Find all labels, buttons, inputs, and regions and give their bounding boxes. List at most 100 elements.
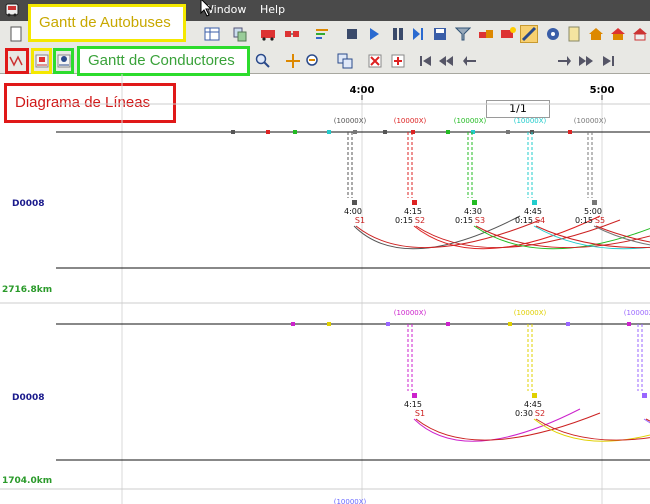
route-time-label: 4:15 [404, 207, 422, 216]
route-tag: (10000X) [394, 117, 427, 125]
mouse-cursor-icon [200, 0, 213, 17]
route-stop-marker [568, 130, 572, 134]
route-tag: (10000X) [574, 117, 607, 125]
panel-label: D0008 [12, 199, 45, 209]
new-document-icon[interactable] [8, 26, 24, 42]
settings-icon[interactable] [545, 26, 561, 42]
route-stop-label: S1 [415, 409, 425, 418]
route-stop-marker [231, 130, 235, 134]
step-forward-icon[interactable] [410, 26, 426, 42]
zoom-out-icon[interactable] [305, 53, 321, 69]
panel-label: D0008 [12, 393, 45, 403]
route-duration-label: 0:15 [515, 216, 533, 225]
save-icon[interactable] [432, 26, 448, 42]
driver-gantt-highlight [53, 48, 74, 74]
sort-icon[interactable] [314, 26, 330, 42]
first-page-icon[interactable] [418, 53, 434, 69]
table-icon[interactable] [204, 26, 220, 42]
delete-icon[interactable] [367, 53, 383, 69]
pause-icon[interactable] [390, 26, 406, 42]
line-diagram-chart[interactable]: 4:00 5:00 D0008 2716.8km D0008 1704.0km … [0, 74, 650, 504]
filter-icon[interactable] [455, 26, 471, 42]
route-dashed-connector [407, 324, 413, 391]
route-vehicle-marker [532, 393, 537, 398]
route-dashed-connector [637, 324, 643, 391]
route-vehicle-marker [472, 200, 477, 205]
route-dashed-connector [527, 324, 533, 391]
route-stop-label: S4 [535, 216, 545, 225]
route-arc [535, 225, 650, 249]
route-stop-marker [566, 322, 570, 326]
driver-tool-icon[interactable] [520, 25, 538, 43]
route-dashed-connector [407, 132, 413, 198]
route-stop-label: S5 [595, 216, 605, 225]
move-icon[interactable] [285, 53, 301, 69]
route-stop-label: S3 [475, 216, 485, 225]
route-stop-marker [327, 322, 331, 326]
depot-icon[interactable] [610, 26, 626, 42]
route-vehicle-marker [412, 393, 417, 398]
copy-icon[interactable] [232, 26, 248, 42]
route-dashed-connector [527, 132, 533, 198]
stop-icon[interactable] [344, 26, 360, 42]
route-stop-marker [506, 130, 510, 134]
panel-2: D0008 1704.0km [2, 323, 650, 486]
route-tag: (10000X) [334, 498, 367, 504]
prev-page-icon[interactable] [462, 53, 478, 69]
route-vehicle-marker [642, 393, 647, 398]
route-stop-marker [383, 130, 387, 134]
route-stop-marker [386, 322, 390, 326]
route-stop-marker [446, 130, 450, 134]
menu-help[interactable]: Help [260, 3, 285, 16]
route-stop-marker [266, 130, 270, 134]
prev-fast-icon[interactable] [438, 53, 454, 69]
layers-icon[interactable] [337, 53, 353, 69]
time-tick-4: 4:00 [350, 85, 375, 96]
route-duration-label: 0:15 [575, 216, 593, 225]
route-duration-label: 0:15 [455, 216, 473, 225]
last-page-icon[interactable] [600, 53, 616, 69]
route-arc [415, 412, 601, 441]
route-time-label: 5:00 [584, 207, 602, 216]
route-tag: (10000X) [624, 309, 650, 317]
report-icon[interactable] [566, 26, 582, 42]
route-tag: (10000X) [454, 117, 487, 125]
time-tick-5: 5:00 [590, 85, 615, 96]
route-duration-label: 0:30 [515, 409, 533, 418]
route-time-label: 4:15 [404, 400, 422, 409]
route-stop-marker [446, 322, 450, 326]
panel-1: D0008 2716.8km [2, 131, 650, 295]
route-tag: (10000X) [334, 117, 367, 125]
route-dashed-connector [347, 132, 353, 198]
vehicles-icon[interactable] [478, 26, 494, 42]
clear-icon[interactable] [390, 53, 406, 69]
route-duration-label: 0:15 [395, 216, 413, 225]
route-stop-marker [353, 130, 357, 134]
play-icon[interactable] [366, 26, 382, 42]
home-icon[interactable] [588, 26, 604, 42]
panel-distance: 1704.0km [2, 476, 52, 486]
route-stop-marker [291, 322, 295, 326]
route-arc [535, 418, 650, 441]
route-dashed-connector [587, 132, 593, 198]
route-arc [353, 215, 521, 250]
route-tag: (10000X) [394, 309, 427, 317]
next-page-icon[interactable] [556, 53, 572, 69]
route-stop-label: S2 [535, 409, 545, 418]
bus-link-icon[interactable] [284, 26, 300, 42]
callout-gantt-buses: Gantt de Autobuses [28, 4, 186, 42]
route-time-label: 4:00 [344, 207, 362, 216]
bus-alert-icon[interactable] [500, 26, 516, 42]
route-stop-label: S2 [415, 216, 425, 225]
app-icon[interactable] [4, 2, 20, 18]
route-vehicle-marker [412, 200, 417, 205]
bus-red-icon[interactable] [260, 26, 276, 42]
callout-gantt-drivers: Gantt de Conductores [77, 46, 250, 76]
next-fast-icon[interactable] [578, 53, 594, 69]
route-time-label: 4:45 [524, 400, 542, 409]
route-time-label: 4:30 [464, 207, 482, 216]
route-stop-marker [293, 130, 297, 134]
route-tag: (10000X) [514, 309, 547, 317]
garage-icon[interactable] [632, 26, 648, 42]
zoom-icon[interactable] [255, 53, 271, 69]
